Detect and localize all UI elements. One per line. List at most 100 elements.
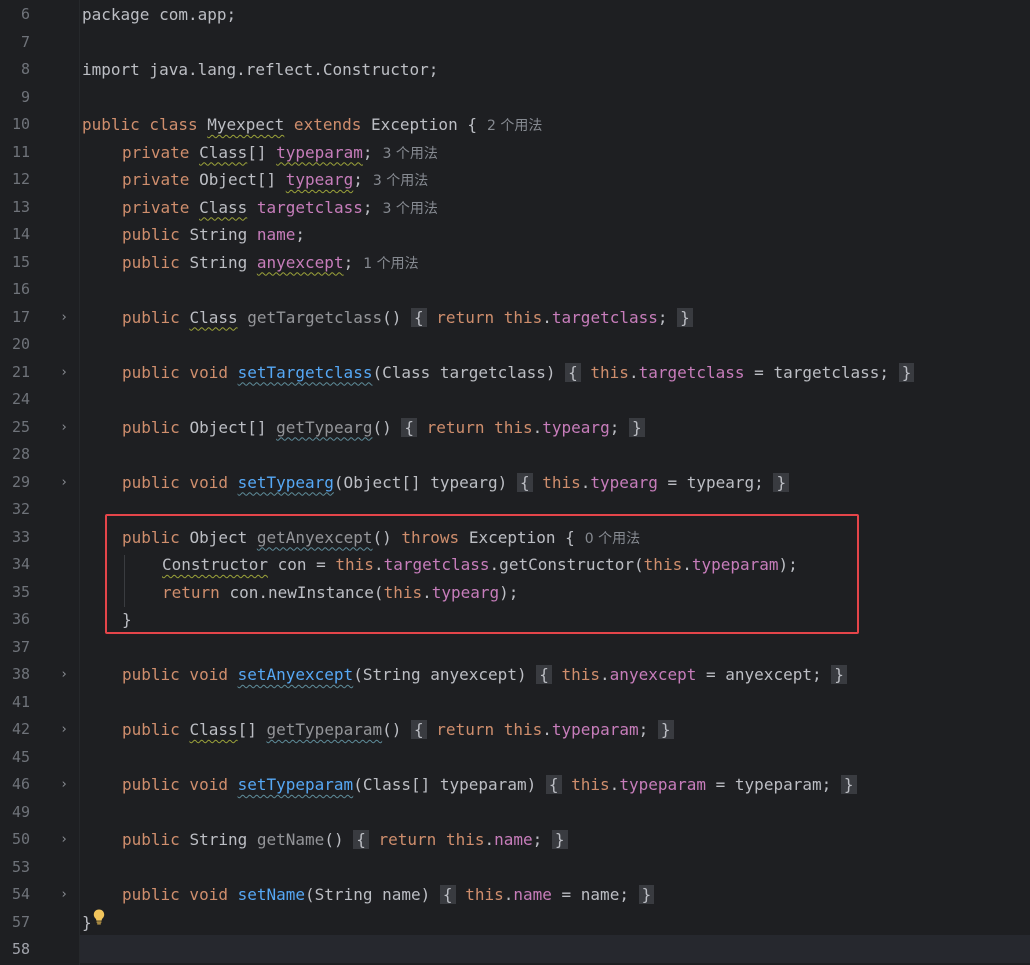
method-name: setTypearg <box>237 472 334 492</box>
code-line[interactable]: public Class[] getTypeparam() { return t… <box>122 716 674 744</box>
code-line[interactable]: private Class[] typeparam; 3 个用法 <box>122 139 438 167</box>
code-line[interactable]: package com.app; <box>82 1 236 29</box>
line-number[interactable]: 32 <box>0 496 30 524</box>
chevron-right-icon[interactable]: › <box>58 304 70 332</box>
line-number[interactable]: 50 <box>0 826 30 854</box>
line-number[interactable]: 58 <box>0 936 30 964</box>
terminator: ; <box>362 142 373 162</box>
chevron-right-icon[interactable]: › <box>58 826 70 854</box>
type-name: String <box>189 252 257 272</box>
code-text: } <box>82 912 92 932</box>
line-number[interactable]: 53 <box>0 854 30 882</box>
folded-brace-open: { <box>565 362 581 382</box>
keyword-this: this <box>503 307 543 327</box>
code-line[interactable]: } <box>82 909 92 937</box>
line-number[interactable]: 25 <box>0 414 30 442</box>
line-number[interactable]: 35 <box>0 579 30 607</box>
line-number[interactable]: 42 <box>0 716 30 744</box>
usage-hint: 3 个用法 <box>382 145 438 162</box>
folded-brace-open: { <box>439 885 456 904</box>
dot: . <box>532 417 543 437</box>
line-number[interactable]: 16 <box>0 276 30 304</box>
line-number[interactable]: 11 <box>0 139 30 167</box>
chevron-right-icon[interactable]: › <box>58 469 70 497</box>
line-number[interactable]: 45 <box>0 744 30 772</box>
line-number[interactable]: 46 <box>0 771 30 799</box>
class-name: Myexpect <box>207 115 285 134</box>
assignment: = targetclass; <box>744 362 890 382</box>
folded-brace-close: } <box>898 362 915 382</box>
code-line[interactable]: public Class getTargetclass() { return t… <box>122 304 693 332</box>
field-name: targetclass <box>638 362 745 382</box>
code-line[interactable]: public String anyexcept; 1 个用法 <box>122 249 419 277</box>
line-number[interactable]: 34 <box>0 551 30 579</box>
lightbulb-icon[interactable] <box>93 909 105 925</box>
keyword: public <box>122 830 190 849</box>
assignment: = anyexcept; <box>696 665 822 684</box>
folded-brace-close: } <box>840 775 857 794</box>
keyword-this: this <box>494 417 533 437</box>
method-name: setName <box>237 885 306 904</box>
line-number[interactable]: 36 <box>0 606 30 634</box>
line-number[interactable]: 6 <box>0 1 30 29</box>
keyword-this: this <box>590 362 629 382</box>
code-line[interactable]: private Object[] typearg; 3 个用法 <box>122 166 428 194</box>
usage-hint: 3 个用法 <box>382 200 438 217</box>
method-params: () <box>372 417 392 437</box>
code-line[interactable]: public Object[] getTypearg() { return th… <box>122 414 645 442</box>
code-line[interactable]: public String getName() { return this.na… <box>122 826 568 854</box>
terminator: ; <box>343 252 354 272</box>
line-number[interactable]: 20 <box>0 331 30 359</box>
line-number[interactable]: 14 <box>0 221 30 249</box>
keyword: return <box>378 830 446 849</box>
line-number[interactable]: 29 <box>0 469 30 497</box>
keyword: public void <box>122 362 238 382</box>
chevron-right-icon[interactable]: › <box>58 881 70 909</box>
line-number[interactable]: 12 <box>0 166 30 194</box>
code-line[interactable]: public String name; <box>122 221 305 249</box>
code-line[interactable]: private Class targetclass; 3 个用法 <box>122 194 438 222</box>
chevron-right-icon[interactable]: › <box>58 414 70 442</box>
line-number[interactable]: 41 <box>0 689 30 717</box>
line-number[interactable]: 10 <box>0 111 30 139</box>
type-name: Object[] <box>189 417 277 437</box>
code-line[interactable]: public void setAnyexcept(String anyexcep… <box>122 661 847 689</box>
line-number[interactable]: 57 <box>0 909 30 937</box>
chevron-right-icon[interactable]: › <box>58 716 70 744</box>
line-number[interactable]: 33 <box>0 524 30 552</box>
code-line[interactable]: public void setTypeparam(Class[] typepar… <box>122 771 857 799</box>
code-line[interactable]: public void setTargetclass(Class targetc… <box>122 359 915 387</box>
code-line[interactable]: public void setName(String name) { this.… <box>122 881 655 909</box>
line-number[interactable]: 21 <box>0 359 30 387</box>
folded-brace-close: } <box>551 830 568 849</box>
code-text: package com.app; <box>82 5 237 24</box>
folded-brace-close: } <box>657 720 674 739</box>
code-line[interactable]: public void setTypearg(Object[] typearg)… <box>122 469 790 497</box>
method-name: setAnyexcept <box>237 665 354 684</box>
terminator: ; <box>353 170 363 189</box>
line-number[interactable]: 49 <box>0 799 30 827</box>
line-number[interactable]: 38 <box>0 661 30 689</box>
line-number[interactable]: 9 <box>0 84 30 112</box>
code-line[interactable]: public class Myexpect extends Exception … <box>82 111 542 139</box>
chevron-right-icon[interactable]: › <box>58 771 70 799</box>
line-number[interactable]: 37 <box>0 634 30 662</box>
keyword: private <box>122 197 200 217</box>
chevron-right-icon[interactable]: › <box>58 661 70 689</box>
line-number[interactable]: 8 <box>0 56 30 84</box>
line-number[interactable]: 17 <box>0 304 30 332</box>
line-number[interactable]: 54 <box>0 881 30 909</box>
folded-brace-open: { <box>516 472 533 492</box>
line-number[interactable]: 15 <box>0 249 30 277</box>
type-name: Class <box>199 142 248 162</box>
chevron-right-icon[interactable]: › <box>58 359 70 387</box>
line-number[interactable]: 13 <box>0 194 30 222</box>
line-number[interactable]: 28 <box>0 441 30 469</box>
dot: . <box>580 472 591 492</box>
line-number[interactable]: 24 <box>0 386 30 414</box>
line-number[interactable]: 7 <box>0 29 30 57</box>
code-line[interactable]: import java.lang.reflect.Constructor; <box>82 56 438 84</box>
code-editor[interactable]: 6 7 8 9 10 11 12 13 14 15 16 17 › 20 21 › 24 25 › 28 29 › 32 33… <box>0 0 1030 965</box>
